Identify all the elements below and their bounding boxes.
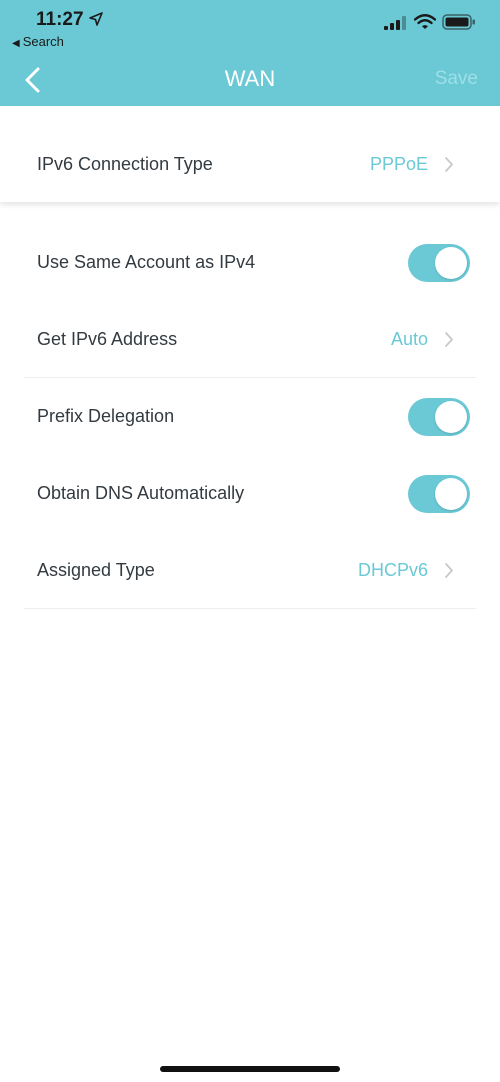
back-app-label: Search [22,34,64,49]
same-account-label: Use Same Account as IPv4 [37,252,256,272]
obtain-dns-toggle[interactable] [408,475,470,513]
location-arrow-icon [89,12,103,26]
toggle-knob [435,478,467,510]
get-ipv6-address-label: Get IPv6 Address [37,329,178,349]
chevron-right-icon [445,563,453,578]
cellular-signal-icon [384,16,406,30]
ipv6-connection-type-row[interactable]: IPv6 Connection Type PPPoE [24,126,476,203]
obtain-dns-row: Obtain DNS Automatically [24,455,476,532]
ipv6-connection-type-value: PPPoE [369,154,428,174]
prefix-delegation-toggle[interactable] [408,398,470,436]
prefix-delegation-row: Prefix Delegation [24,378,476,455]
same-account-toggle[interactable] [408,244,470,282]
same-account-row: Use Same Account as IPv4 [24,224,476,301]
home-indicator[interactable] [160,1066,340,1072]
back-to-app-link[interactable]: ◀ Search [12,34,64,49]
assigned-type-value: DHCPv6 [357,560,428,580]
assigned-type-label: Assigned Type [37,560,155,580]
chevron-right-icon [445,157,453,172]
get-ipv6-address-value: Auto [390,329,428,349]
prefix-delegation-label: Prefix Delegation [37,406,175,426]
obtain-dns-label: Obtain DNS Automatically [37,483,245,503]
assigned-type-row[interactable]: Assigned Type DHCPv6 [24,532,476,609]
toggle-knob [435,247,467,279]
back-triangle-icon: ◀ [12,38,20,49]
chevron-right-icon [445,332,453,347]
ipv6-connection-type-label: IPv6 Connection Type [37,154,213,174]
toggle-knob [435,401,467,433]
settings-list: Use Same Account as IPv4 Get IPv6 Addres… [0,210,500,1082]
battery-icon [442,14,475,30]
page-title: WAN [224,66,276,91]
row-divider [24,608,476,609]
wifi-icon [414,14,436,29]
status-time: 11:27 [36,9,84,30]
save-button[interactable]: Save [435,68,478,90]
get-ipv6-address-row[interactable]: Get IPv6 Address Auto [24,301,476,378]
connection-type-card: IPv6 Connection Type PPPoE [0,106,500,202]
header-bar: 11:27 ◀ Search WAN Save [0,0,500,106]
